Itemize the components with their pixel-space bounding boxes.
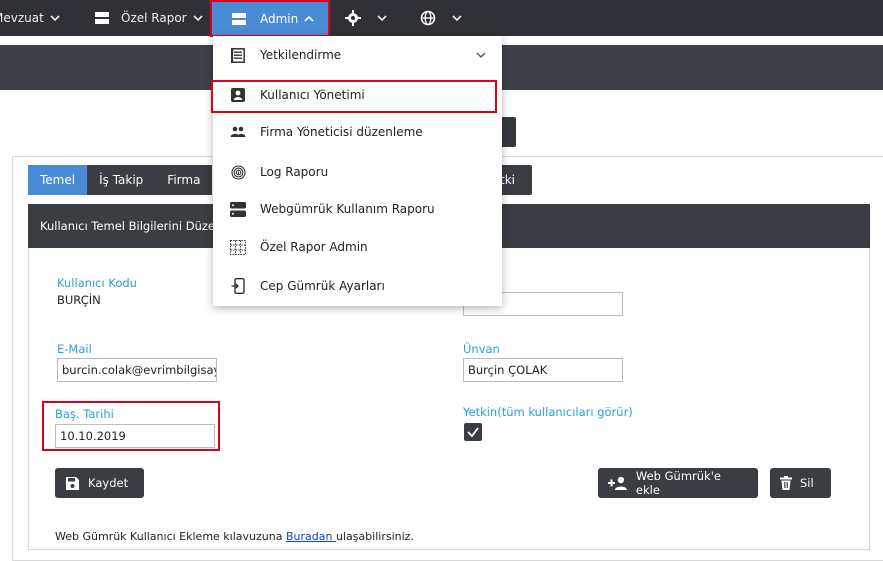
add-user-icon: [608, 476, 627, 490]
guide-link[interactable]: Buradan: [286, 530, 336, 543]
users-icon: [229, 123, 247, 141]
menu-item-label: Yetkilendirme: [260, 48, 342, 62]
floppy-disk-icon: [66, 476, 79, 490]
chevron-down-icon: [476, 52, 486, 58]
document-list-icon: [229, 46, 247, 64]
gear-icon: [345, 10, 361, 26]
mobile-icon: [229, 277, 247, 295]
nav-settings[interactable]: [345, 0, 387, 36]
unvan-label: Ünvan: [463, 342, 500, 356]
save-button-label: Kaydet: [88, 476, 129, 490]
kullanici-kodu-value: BURÇİN: [57, 293, 101, 307]
menu-item-label: Log Raporu: [260, 165, 329, 179]
fingerprint-icon: [229, 163, 247, 181]
check-icon: [467, 427, 479, 438]
tab-yetki[interactable]: tki: [497, 165, 532, 195]
admin-dropdown-menu: Yetkilendirme Kullanıcı Yönetimi Firma Y…: [213, 36, 502, 306]
chevron-down-icon: [193, 15, 203, 22]
menu-item-ozel-rapor-admin[interactable]: Özel Rapor Admin: [213, 228, 502, 266]
menu-item-label: Firma Yöneticisi düzenleme: [260, 125, 423, 139]
web-gumruk-ekle-button[interactable]: Web Gümrük'e ekle: [598, 468, 758, 498]
web-gumruk-ekle-label: Web Gümrük'e ekle: [635, 469, 721, 497]
report-icon: [95, 12, 109, 24]
nav-mevzuat-label: Mevzuat: [0, 11, 44, 25]
kullanici-yonetimi-highlight: [211, 80, 497, 113]
save-button[interactable]: Kaydet: [55, 468, 144, 498]
trash-icon: [780, 476, 792, 490]
tab-is-takip[interactable]: İş Takip: [87, 165, 156, 195]
tab-temel[interactable]: Temel: [28, 165, 88, 195]
server-icon: [229, 200, 247, 218]
bas-tarihi-highlight: [42, 401, 220, 451]
email-field[interactable]: burcin.colak@evrimbilgisay: [57, 358, 217, 382]
menu-item-firma-yoneticisi[interactable]: Firma Yöneticisi düzenleme: [213, 113, 502, 151]
tab-firma[interactable]: Firma: [155, 165, 213, 195]
chevron-down-icon: [452, 15, 462, 22]
menu-item-log-raporu[interactable]: Log Raporu: [213, 153, 502, 191]
unvan-field[interactable]: Burçin ÇOLAK: [463, 358, 623, 382]
globe-icon: [420, 10, 436, 26]
nav-ozel-rapor-label: Özel Rapor: [121, 11, 187, 25]
table-grid-icon: [229, 238, 247, 256]
admin-highlight-box: [210, 0, 330, 37]
chevron-down-icon: [377, 15, 387, 22]
yetkin-label: Yetkin(tüm kullanıcıları görür): [463, 405, 633, 419]
kullanici-kodu-label: Kullanıcı Kodu: [57, 276, 137, 290]
menu-item-label: Webgümrük Kullanım Raporu: [260, 202, 435, 216]
menu-item-label: Cep Gümrük Ayarları: [260, 279, 385, 293]
menu-item-label: Özel Rapor Admin: [260, 240, 368, 254]
chevron-down-icon: [50, 15, 60, 22]
delete-button-label: Sil: [800, 476, 814, 490]
tab-bar: Temel İş Takip Firma: [28, 165, 213, 195]
email-label: E-Mail: [57, 342, 92, 356]
menu-item-yetkilendirme[interactable]: Yetkilendirme: [213, 36, 502, 74]
yetkin-checkbox[interactable]: [464, 423, 482, 441]
footer-note: Web Gümrük Kullanıcı Ekleme kılavuzuna B…: [55, 530, 414, 543]
nav-mevzuat[interactable]: Mevzuat: [0, 0, 60, 36]
footer-prefix: Web Gümrük Kullanıcı Ekleme kılavuzuna: [55, 530, 286, 543]
menu-item-webgumruk-kullanim-raporu[interactable]: Webgümrük Kullanım Raporu: [213, 190, 502, 228]
nav-ozel-rapor[interactable]: Özel Rapor: [95, 0, 203, 36]
nav-language[interactable]: [420, 0, 462, 36]
footer-suffix: ulaşabilirsiniz.: [335, 530, 414, 543]
menu-item-cep-gumruk-ayarlari[interactable]: Cep Gümrük Ayarları: [213, 267, 502, 305]
top-navbar: Mevzuat Özel Rapor Admin: [0, 0, 883, 36]
delete-button[interactable]: Sil: [770, 468, 831, 498]
